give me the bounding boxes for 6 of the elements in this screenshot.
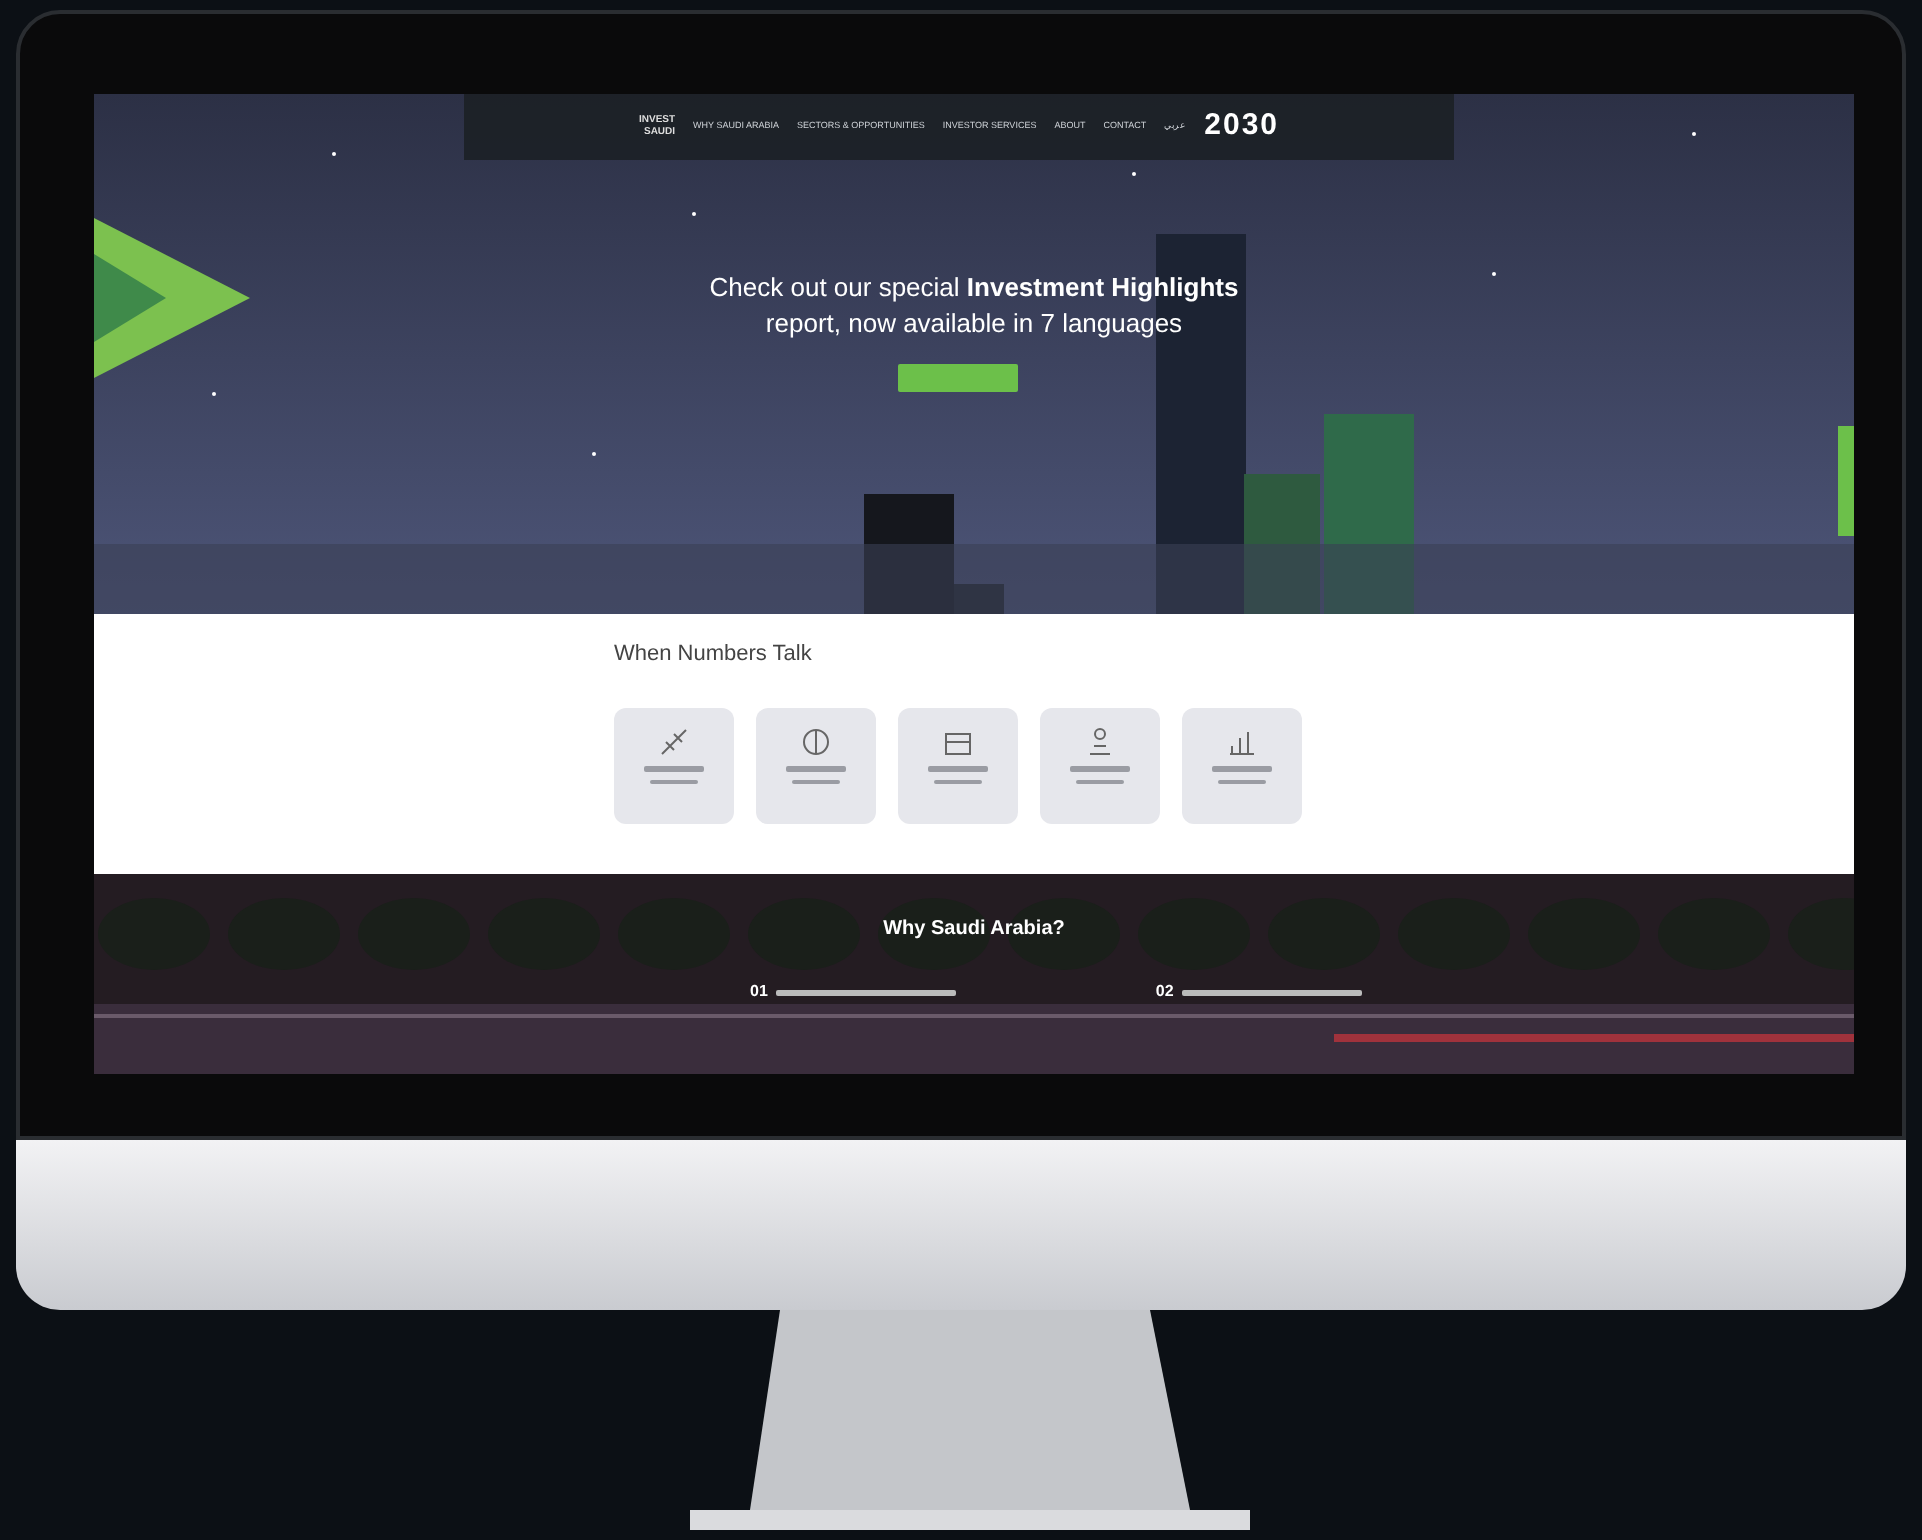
item-number: 01 bbox=[750, 980, 768, 1004]
item-number: 02 bbox=[1155, 980, 1174, 1004]
section-title: Why Saudi Arabia? bbox=[881, 916, 1067, 944]
section-title: When Numbers Talk bbox=[614, 640, 814, 670]
hero-headline: Check out our special Investment Highlights report, now available in 7 languages bbox=[707, 270, 1241, 341]
vision-logo[interactable]: 2030 bbox=[1204, 104, 1280, 150]
